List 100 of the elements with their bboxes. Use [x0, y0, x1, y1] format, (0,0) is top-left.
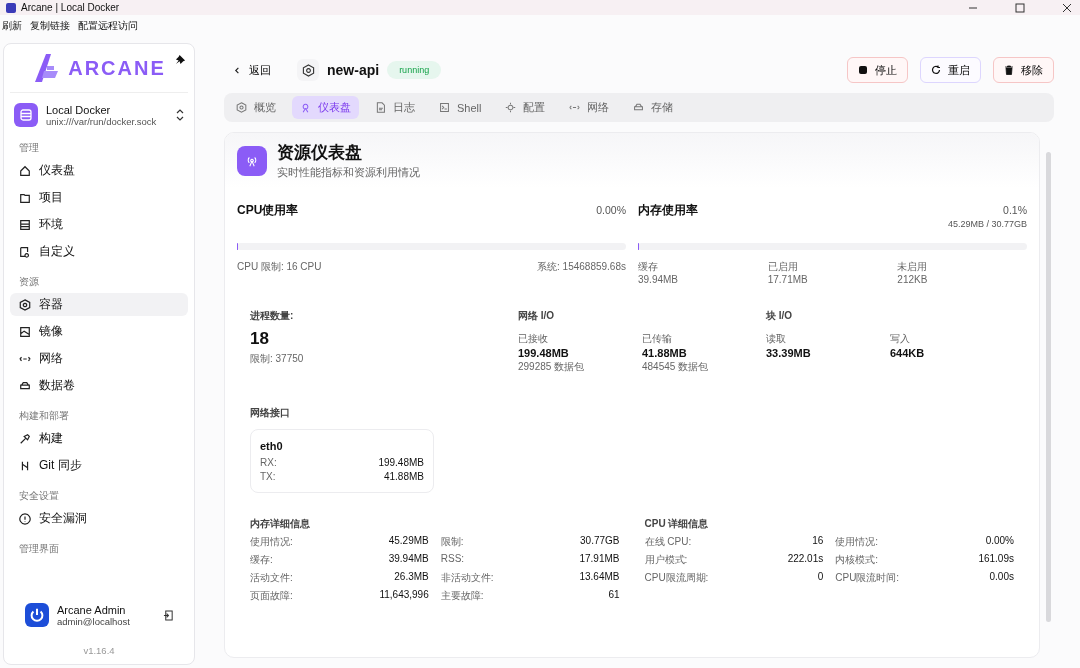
- stat-label: CPU 限制: 16 CPU: [237, 260, 322, 274]
- logout-icon[interactable]: [163, 609, 174, 621]
- terminal-icon: [439, 102, 450, 113]
- stat-value: 17.71MB: [767, 274, 809, 285]
- nav-item[interactable]: 镜像: [10, 320, 188, 343]
- process-count: 18: [250, 329, 270, 349]
- stat-value: 33.39MB: [766, 347, 812, 359]
- user-email: admin@localhost: [57, 615, 131, 627]
- nav-section-heading: 管理界面: [18, 542, 60, 556]
- stat-value: 644KB: [890, 347, 926, 359]
- stat-label: 非活动文件:: [440, 571, 494, 585]
- section-title: 网络 I/O: [518, 309, 556, 323]
- tab[interactable]: 仪表盘: [292, 96, 359, 119]
- caret-icon: [234, 66, 241, 74]
- stat-label: 484545 数据包: [642, 360, 710, 374]
- section-title: 内存详细信息: [250, 517, 311, 531]
- app-icon: [6, 2, 16, 13]
- action-button[interactable]: 停止: [847, 57, 908, 83]
- nav-item[interactable]: 仪表盘: [10, 159, 188, 182]
- alert-icon: [19, 512, 31, 525]
- nav-item[interactable]: 容器: [10, 293, 188, 316]
- stat-label: 页面故障:: [250, 589, 293, 603]
- maximize-icon[interactable]: [1015, 2, 1025, 13]
- nav-item[interactable]: Git 同步: [10, 454, 188, 477]
- drive-icon: [633, 102, 645, 113]
- tab[interactable]: 网络: [561, 96, 618, 119]
- menu-item[interactable]: 刷新: [2, 19, 22, 33]
- close-icon[interactable]: [1062, 2, 1072, 13]
- window-title: Arcane | Local Docker: [21, 2, 120, 13]
- section-title: CPU 详细信息: [644, 517, 710, 531]
- metric-value: 0.1%: [1003, 204, 1027, 216]
- stat-label: 缓存: [638, 260, 659, 274]
- stat-value: 61: [608, 589, 620, 602]
- stat-label: 系统: 15468859.68s: [537, 260, 626, 274]
- stat-value: 222.01s: [787, 553, 824, 566]
- stat-value: 26.3MB: [394, 571, 429, 584]
- hexagon-icon: [236, 102, 247, 113]
- nav-item[interactable]: 安全漏洞: [10, 507, 188, 530]
- stat-value: 199.48MB: [518, 347, 570, 359]
- container-icon: [297, 59, 319, 81]
- dashboard-subtitle: 实时性能指标和资源利用情况: [277, 166, 420, 180]
- image-icon: [19, 325, 31, 338]
- back-button[interactable]: 返回: [224, 62, 281, 78]
- nav-item[interactable]: 环境: [10, 213, 188, 236]
- server-icon: [14, 103, 38, 127]
- trash-icon: [1004, 65, 1014, 75]
- tab[interactable]: 概览: [228, 96, 284, 119]
- tab[interactable]: Shell: [431, 96, 490, 119]
- list-icon: [19, 218, 31, 231]
- metric-title: CPU使用率: [237, 202, 299, 219]
- antenna-icon: [300, 102, 311, 113]
- version-label: v1.16.4: [82, 644, 116, 658]
- restart-icon: [931, 65, 941, 75]
- stat-value: 17.91MB: [579, 553, 620, 566]
- tab[interactable]: 日志: [367, 96, 423, 119]
- stat-label: 读取: [766, 332, 787, 346]
- nav-item[interactable]: 构建: [10, 427, 188, 450]
- nav-item[interactable]: 项目: [10, 186, 188, 209]
- section-title: 网络接口: [250, 406, 291, 420]
- stat-label: 已接收: [518, 332, 549, 346]
- tab[interactable]: 存储: [625, 96, 682, 119]
- stat-value: 0.00s: [989, 571, 1014, 584]
- scrollbar[interactable]: [1046, 152, 1051, 622]
- nav-item[interactable]: 数据卷: [10, 374, 188, 397]
- stat-label: 已启用: [767, 260, 799, 274]
- tab[interactable]: 配置: [497, 96, 554, 119]
- stat-value: 199.48MB: [378, 457, 424, 468]
- nav-section-heading: 安全设置: [18, 489, 60, 503]
- menu-item[interactable]: 配置远程访问: [78, 19, 138, 33]
- user-name: Arcane Admin: [57, 603, 127, 616]
- stat-value: 45.29MB: [388, 535, 429, 548]
- nav-item[interactable]: 自定义: [10, 240, 188, 263]
- pin-icon[interactable]: [175, 54, 186, 65]
- nav-item[interactable]: 网络: [10, 347, 188, 370]
- stat-label: RSS:: [440, 553, 465, 566]
- nav-section-heading: 资源: [18, 275, 40, 289]
- stat-value: 30.77GB: [580, 535, 620, 548]
- metric-value: 0.00%: [596, 204, 626, 216]
- avatar-icon: [25, 603, 49, 627]
- stat-value: 13.64MB: [579, 571, 620, 584]
- stat-label: 限制:: [440, 535, 464, 549]
- stat-label: 未启用: [897, 260, 929, 274]
- stat-label: TX:: [260, 471, 276, 482]
- stat-label: 主要故障:: [440, 589, 484, 603]
- section-title: 块 I/O: [766, 309, 794, 323]
- stat-value: 39.94MB: [638, 274, 680, 285]
- stat-label: 进程数量:: [250, 309, 295, 323]
- status-badge: running: [387, 61, 442, 79]
- stat-label: 已传输: [642, 332, 673, 346]
- stat-value: 39.94MB: [388, 553, 429, 566]
- menu-item[interactable]: 复制链接: [30, 19, 70, 33]
- action-button[interactable]: 移除: [993, 57, 1054, 83]
- action-button[interactable]: 重启: [920, 57, 981, 83]
- stat-label: RX:: [260, 457, 277, 468]
- document-gear-icon: [19, 245, 31, 258]
- environment-selector[interactable]: Local Docker unix:///var/run/docker.sock: [4, 93, 194, 133]
- nav-section-heading: 构建和部署: [18, 409, 70, 423]
- stat-label: 限制: 37750: [250, 352, 305, 366]
- document-icon: [375, 102, 386, 113]
- stop-icon: [858, 65, 868, 75]
